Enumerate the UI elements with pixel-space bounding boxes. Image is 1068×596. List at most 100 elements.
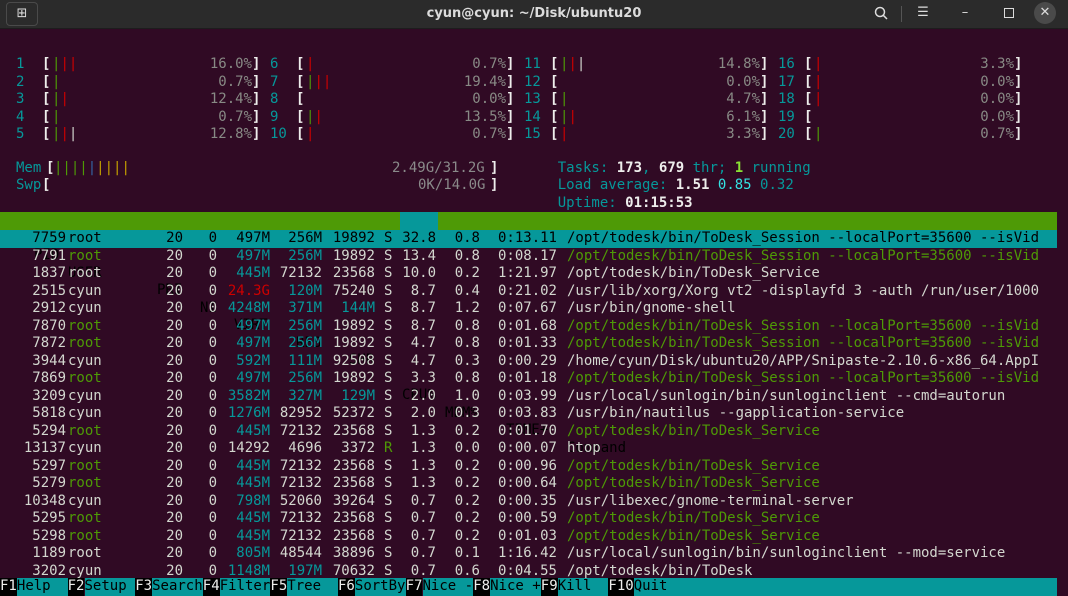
cpu-usage-value: 12.4% bbox=[209, 91, 252, 107]
cell-s: S bbox=[384, 370, 393, 386]
cell-virt: 497M bbox=[236, 230, 270, 246]
process-row[interactable]: 2912 cyun 20 0 4248M 371M 144M S 8.7 1.2 0:07.67/u… bbox=[0, 300, 1057, 318]
cpu-usage-value: 4.7% bbox=[726, 91, 760, 107]
search-icon[interactable] bbox=[866, 2, 896, 24]
cell-user: root bbox=[68, 265, 102, 281]
cell-res: 256M bbox=[288, 230, 322, 246]
cell-virt: 497M bbox=[236, 247, 270, 264]
cell-command: /opt/todesk/bin/ToDesk_Service bbox=[567, 510, 820, 526]
process-table-header[interactable]: PID USER PRI NI VIRT RES SHR S CPU% MEM%… bbox=[0, 212, 1057, 456]
cell-s: S bbox=[384, 317, 393, 334]
cell-time: 0:03.99 bbox=[497, 387, 557, 404]
fkey-f8[interactable]: F8 bbox=[473, 578, 491, 596]
cell-shr: 144M bbox=[341, 300, 375, 316]
cpu-number: 3 bbox=[16, 91, 25, 107]
cell-res: 48544 bbox=[279, 545, 322, 561]
process-row[interactable]: 7759 root 20 0 497M 256M 19892 S 32.8 0.8 0:13.11 /… bbox=[0, 230, 1057, 248]
close-icon[interactable]: ✕ bbox=[1034, 2, 1056, 24]
load-average: Load average: 1.51 0.85 0.32 bbox=[557, 177, 794, 193]
process-row[interactable]: 3209 cyun 20 0 3582M 327M 129M S 2.0 1.0 0:03.99/u… bbox=[0, 388, 1057, 406]
process-row[interactable]: 5818 cyun 20 0 1276M 82952 52372 S 2.0 0.3 0:03.83… bbox=[0, 405, 1057, 423]
minimize-icon[interactable]: – bbox=[950, 2, 980, 24]
cpu-meter-5: 5[||| 12.8%] bbox=[16, 126, 261, 142]
fkey-label-f8[interactable]: Nice + bbox=[490, 578, 541, 596]
cell-cpu: 8.7 bbox=[410, 317, 436, 334]
terminal-area[interactable]: 1[||| 16.0%] 2[| 0.7%] 3[|| 12.4%] 4[| 0.7%] 5[|… bbox=[0, 28, 1068, 596]
process-row[interactable]: 13137 cyun 20 0 14292 4696 3372 R 1.3 0.0 0:00.07 h… bbox=[0, 440, 1057, 458]
cpu-usage-value: 3.3% bbox=[980, 56, 1014, 72]
fkey-label-f1[interactable]: Help bbox=[16, 578, 68, 596]
fkey-f5[interactable]: F5 bbox=[270, 578, 288, 596]
cell-user: root bbox=[68, 247, 102, 264]
cell-cpu: 0.7 bbox=[410, 510, 436, 526]
cpu-usage-value: 0.0% bbox=[726, 73, 760, 90]
fkey-label-f10[interactable]: Quit bbox=[633, 578, 668, 596]
cell-ni: 0 bbox=[208, 265, 217, 281]
cell-s: S bbox=[384, 510, 393, 526]
process-row[interactable]: 7870 root 20 0 497M 256M 19892 S 8.7 0.8 0:01.68/o… bbox=[0, 318, 1057, 336]
fkey-f6[interactable]: F6 bbox=[338, 578, 355, 596]
cell-s: S bbox=[384, 335, 393, 351]
fkey-f7[interactable]: F7 bbox=[405, 578, 423, 596]
cell-command: /home/cyun/Disk/ubuntu20/APP/Snipaste-2.… bbox=[567, 352, 1040, 369]
fkey-f1[interactable]: F1 bbox=[0, 578, 17, 596]
cell-user: root bbox=[68, 475, 102, 491]
cell-ni: 0 bbox=[208, 370, 217, 386]
cpu-meter-6: 6[| 0.7%] bbox=[270, 56, 515, 72]
cell-cpu: 1.3 bbox=[410, 475, 436, 491]
cpu-meter-2: 2[| 0.7%] bbox=[16, 73, 261, 90]
fkey-label-f6[interactable]: SortBy bbox=[354, 578, 406, 596]
process-row[interactable]: 7872 root 20 0 497M 256M 19892 S 4.7 0.8 0:01.33/o… bbox=[0, 335, 1057, 353]
cell-command: /usr/libexec/gnome-terminal-server bbox=[567, 492, 854, 509]
cell-ni: 0 bbox=[208, 440, 217, 456]
cell-pid: 7872 bbox=[32, 335, 66, 351]
cell-pri: 20 bbox=[166, 405, 183, 421]
fkey-f4[interactable]: F4 bbox=[202, 578, 220, 596]
fkey-f3[interactable]: F3 bbox=[135, 578, 153, 596]
cell-cpu: 8.7 bbox=[410, 300, 436, 316]
cell-time: 0:01.18 bbox=[497, 370, 557, 386]
process-row[interactable]: 5279 root 20 0 445M 72132 23568 S 1.3 0.2 0:00.64 /… bbox=[0, 475, 1057, 493]
cell-virt: 445M bbox=[236, 265, 270, 281]
cell-cpu: 13.4 bbox=[402, 247, 436, 264]
cell-user: cyun bbox=[68, 492, 102, 509]
fkey-label-f7[interactable]: Nice - bbox=[422, 578, 474, 596]
cell-time: 0:01.03 bbox=[497, 527, 557, 544]
fkey-f9[interactable]: F9 bbox=[540, 578, 558, 596]
process-row[interactable]: 7869 root 20 0 497M 256M 19892 S 3.3 0.8 0:01.18/o… bbox=[0, 370, 1057, 388]
process-row[interactable]: 5294 root 20 0 445M 72132 23568 S 1.3 0.2 0:01.70 /… bbox=[0, 423, 1057, 441]
cell-cpu: 0.7 bbox=[410, 527, 436, 544]
cell-pri: 20 bbox=[166, 440, 183, 456]
process-row[interactable]: 2515 cyun 20 0 24.3G 120M 75240 S 8.7 0.4 0:21.02 /… bbox=[0, 283, 1057, 301]
cell-command: /opt/todesk/bin/ToDesk_Service bbox=[567, 457, 820, 474]
cell-mem: 0.2 bbox=[454, 475, 480, 491]
cpu-meter-13: 13[| 4.7%] bbox=[524, 91, 769, 107]
process-row[interactable]: 7791 root 20 0 497M 256M 19892 S 13.4 0.8 0:08.17 /… bbox=[0, 248, 1057, 266]
fkey-f2[interactable]: F2 bbox=[67, 578, 85, 596]
cell-command: /opt/todesk/bin/ToDesk_Service bbox=[567, 265, 820, 281]
process-row[interactable]: 1837 root 20 0 445M 72132 23568 S 10.0 0.2 1:21.97… bbox=[0, 265, 1057, 283]
fkey-label-f3[interactable]: Search bbox=[152, 578, 203, 596]
fkey-label-f2[interactable]: Setup bbox=[84, 578, 136, 596]
process-row[interactable]: 3944 cyun 20 0 592M 111M 92508 S 4.7 0.3 0:00.29/h… bbox=[0, 353, 1057, 371]
process-row[interactable]: 5295 root 20 0 445M 72132 23568 S 0.7 0.2 0:00.59 /… bbox=[0, 510, 1057, 528]
fkey-label-f5[interactable]: Tree bbox=[287, 578, 338, 596]
process-row[interactable]: 1189 root 20 0 805M 48544 38896 S 0.7 0.1 1:16.42 /… bbox=[0, 545, 1057, 563]
process-row[interactable]: 5297 root 20 0 445M 72132 23568 S 1.3 0.2 0:00.96 /… bbox=[0, 458, 1057, 476]
hamburger-menu-icon[interactable]: ☰ bbox=[908, 2, 938, 24]
cell-time: 0:00.96 bbox=[497, 457, 557, 474]
cell-ni: 0 bbox=[208, 405, 217, 421]
cell-s: S bbox=[384, 300, 393, 316]
cell-virt: 497M bbox=[236, 370, 270, 386]
maximize-icon[interactable] bbox=[994, 2, 1024, 24]
fkey-label-f4[interactable]: Filter bbox=[219, 578, 271, 596]
cpu-usage-value: 13.5% bbox=[463, 108, 506, 125]
fkey-label-f9[interactable]: Kill bbox=[557, 578, 609, 596]
process-row[interactable]: 5298 root 20 0 445M 72132 23568 S 0.7 0.2 0:01.03 /… bbox=[0, 528, 1057, 546]
cell-time: 0:00.07 bbox=[497, 440, 557, 456]
fkey-f10[interactable]: F10 bbox=[608, 578, 634, 596]
cpu-meter-16: 16[| 3.3%] bbox=[778, 56, 1023, 72]
cpu-meter-7: 7[||| 19.4%] bbox=[270, 73, 515, 90]
process-row[interactable]: 10348 cyun 20 0 798M 52060 39264 S 0.7 0.2 0:00.35… bbox=[0, 493, 1057, 511]
cell-shr: 52372 bbox=[332, 405, 375, 421]
